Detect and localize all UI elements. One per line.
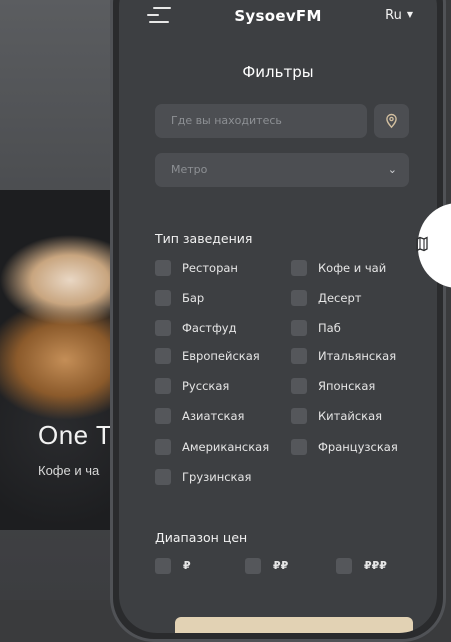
option-label: ₽₽₽: [364, 559, 387, 572]
option-label: ₽: [183, 559, 191, 572]
option-label: Десерт: [318, 291, 362, 305]
filters-screen: SysoevFM Ru ▼ Фильтры Где вы находитесь М…: [119, 0, 437, 633]
option-label: Итальянская: [318, 349, 397, 363]
checkbox-box[interactable]: [155, 348, 171, 364]
background-title: One T: [38, 420, 113, 450]
location-button[interactable]: [374, 104, 409, 138]
map-icon: [416, 236, 428, 252]
checkbox-box[interactable]: [245, 558, 261, 574]
background-subtitle: Кофе и ча: [38, 463, 100, 478]
metro-select[interactable]: Метро ⌄: [155, 153, 409, 187]
checkbox-box[interactable]: [291, 290, 307, 306]
checkbox-box[interactable]: [336, 558, 352, 574]
price-range-title: Диапазон цен: [155, 530, 248, 545]
option-label: Бар: [182, 291, 205, 305]
checkbox-box[interactable]: [291, 260, 307, 276]
option-label: ₽₽: [273, 559, 289, 572]
location-input[interactable]: Где вы находитесь: [155, 104, 367, 138]
option-label: Европейская: [182, 349, 260, 363]
caret-down-icon: ▼: [406, 10, 413, 19]
checkbox-box[interactable]: [291, 378, 307, 394]
chevron-down-icon: ⌄: [387, 163, 397, 176]
option-label: Русская: [182, 379, 230, 393]
option-label: Паб: [318, 321, 341, 335]
checkbox-box[interactable]: [155, 469, 171, 485]
checkbox-box[interactable]: [155, 378, 171, 394]
checkbox-box[interactable]: [291, 439, 307, 455]
option-label: Фастфуд: [182, 321, 237, 335]
checkbox-box[interactable]: [155, 439, 171, 455]
checkbox-box[interactable]: [155, 290, 171, 306]
checkbox-box[interactable]: [291, 348, 307, 364]
apply-filters-button[interactable]: [175, 617, 413, 633]
metro-placeholder: Метро: [171, 163, 208, 176]
option-label: Кофе и чай: [318, 261, 387, 275]
option-label: Ресторан: [182, 261, 238, 275]
checkbox-box[interactable]: [291, 408, 307, 424]
phone-frame: SysoevFM Ru ▼ Фильтры Где вы находитесь М…: [110, 0, 446, 642]
option-label: Грузинская: [182, 470, 252, 484]
checkbox-box[interactable]: [155, 408, 171, 424]
option-label: Японская: [318, 379, 376, 393]
option-label: Американская: [182, 440, 270, 454]
venue-type-title: Тип заведения: [155, 231, 253, 246]
language-selector[interactable]: Ru ▼: [385, 8, 413, 23]
page-title: Фильтры: [242, 63, 314, 81]
option-label: Французская: [318, 440, 398, 454]
language-label: Ru: [385, 8, 402, 23]
option-label: Китайская: [318, 409, 383, 423]
checkbox-box[interactable]: [155, 260, 171, 276]
checkbox-box[interactable]: [155, 320, 171, 336]
checkbox-box[interactable]: [291, 320, 307, 336]
top-bar: SysoevFM Ru ▼: [119, 3, 437, 33]
option-label: Азиатская: [182, 409, 245, 423]
checkbox-box[interactable]: [155, 558, 171, 574]
location-pin-icon: [386, 113, 397, 129]
